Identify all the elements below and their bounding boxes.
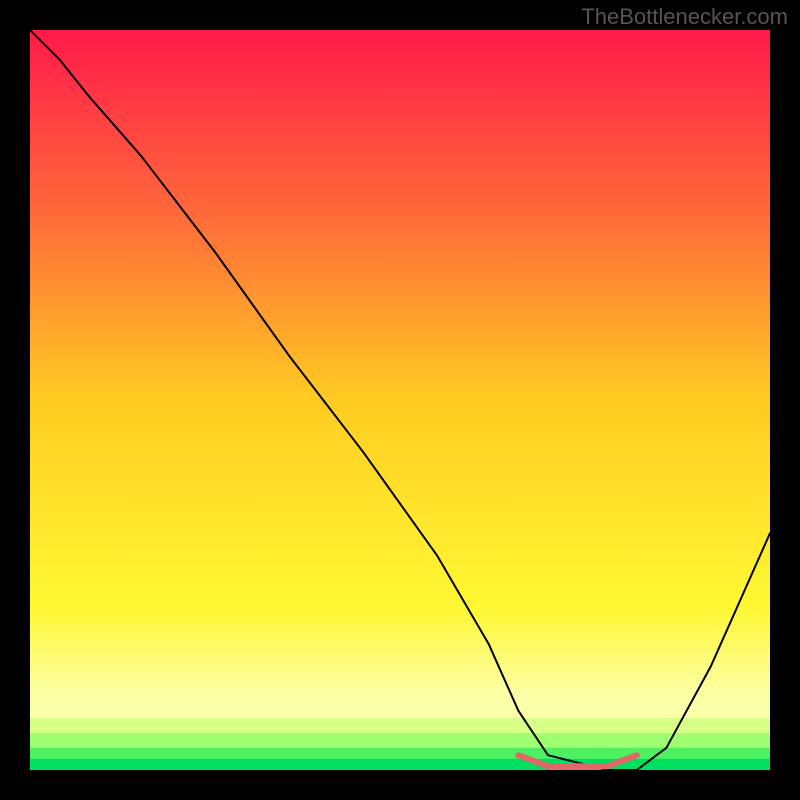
- watermark-text: TheBottlenecker.com: [581, 4, 788, 30]
- chart-svg: [30, 30, 770, 770]
- bottleneck-chart: [30, 30, 770, 770]
